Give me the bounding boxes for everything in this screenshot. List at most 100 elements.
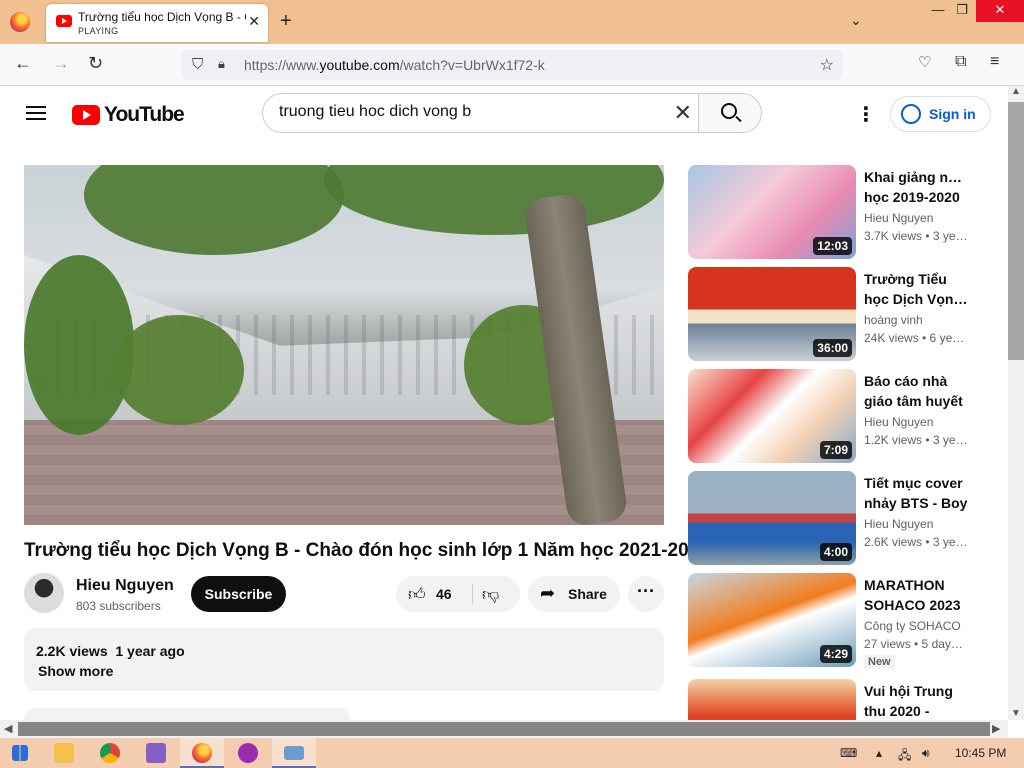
related-video[interactable]: Vui hội Trung thu 2020 - xyxy=(688,679,978,720)
video-frame-tree-left xyxy=(24,255,134,435)
guide-menu-icon[interactable] xyxy=(26,106,46,120)
tab-close-icon[interactable]: ✕ xyxy=(248,13,260,30)
browser-nav-bar: ← → ↻ ⛉ 🔒︎ https://www.youtube.com/watch… xyxy=(0,44,1024,86)
related-title[interactable]: Vui hội Trung thu 2020 - xyxy=(864,681,968,720)
visual-studio-icon[interactable] xyxy=(146,743,166,763)
scroll-left-arrow-icon[interactable]: ◀ xyxy=(4,722,12,735)
lock-icon[interactable]: 🔒︎ xyxy=(218,56,225,72)
duration-badge: 12:03 xyxy=(813,237,852,255)
related-title[interactable]: Báo cáo nhà giáo tâm huyết xyxy=(864,371,968,411)
related-thumbnail[interactable]: 4:00 xyxy=(688,471,856,565)
tab-playing-status: PLAYING xyxy=(78,26,119,36)
vertical-scroll-thumb[interactable] xyxy=(1008,102,1024,360)
subscriber-count: 803 subscribers xyxy=(76,599,161,613)
keyboard-tray-icon[interactable]: ⌨ xyxy=(840,746,857,760)
description-box[interactable]: 2.2K views 1 year ago Show more xyxy=(24,628,664,691)
related-meta: 2.6K views • 3 years ago xyxy=(864,535,968,549)
share-label: Share xyxy=(568,586,607,602)
app-icon[interactable] xyxy=(238,743,258,763)
clear-search-icon[interactable]: ✕ xyxy=(674,100,692,126)
duration-badge: 7:09 xyxy=(819,441,852,459)
firefox-taskbar-icon[interactable] xyxy=(192,743,212,763)
vertical-scrollbar[interactable]: ▲ ▼ xyxy=(1008,86,1024,720)
related-video[interactable]: 12:03 Khai giảng năm học 2019-2020 Hieu N… xyxy=(688,165,978,261)
file-explorer-icon[interactable] xyxy=(54,743,74,763)
back-icon[interactable]: ← xyxy=(14,53,32,74)
scroll-up-arrow-icon[interactable]: ▲ xyxy=(1011,86,1021,97)
horizontal-scrollbar[interactable]: ◀ ▶ xyxy=(0,720,1008,738)
more-actions-button[interactable]: ··· xyxy=(628,576,664,612)
video-frame-leaves xyxy=(84,165,344,255)
windows-start-icon[interactable] xyxy=(12,745,28,761)
like-button[interactable]: 👍︎ xyxy=(408,584,426,605)
user-circle-icon xyxy=(901,104,921,124)
menu-icon[interactable]: ≡ xyxy=(990,53,999,71)
sign-in-label: Sign in xyxy=(929,106,976,122)
related-thumbnail[interactable]: 12:03 xyxy=(688,165,856,259)
duration-badge: 4:00 xyxy=(819,543,852,561)
youtube-header: YouTube ✕ ⋮ Sign in xyxy=(0,86,1008,142)
bookmark-star-icon[interactable]: ☆ xyxy=(820,55,834,75)
network-icon[interactable]: 🖧︎ xyxy=(898,746,911,767)
taskbar-clock[interactable]: 10:45 PM xyxy=(955,746,1006,760)
channel-name[interactable]: Hieu Nguyen xyxy=(76,577,174,595)
related-video[interactable]: 36:00 Trường Tiểu học Dịch Vọng B hoàng v… xyxy=(688,267,978,363)
search-icon xyxy=(721,103,737,119)
search-input[interactable] xyxy=(279,103,659,121)
browser-tab-active[interactable]: Trường tiểu học Dịch Vọng B - Chào đón h… xyxy=(46,4,268,42)
new-badge: New xyxy=(864,655,895,669)
related-video[interactable]: 4:29 MARATHON SOHACO 2023 Công ty SOHACO … xyxy=(688,573,978,669)
related-channel[interactable]: hoàng vinh xyxy=(864,313,923,327)
sign-in-button[interactable]: Sign in xyxy=(890,96,991,132)
dislike-button[interactable]: 👎︎ xyxy=(482,584,499,605)
search-button[interactable] xyxy=(698,93,762,133)
related-title[interactable]: Khai giảng năm học 2019-2020 xyxy=(864,167,968,207)
related-video[interactable]: 7:09 Báo cáo nhà giáo tâm huyết Hieu Nguy… xyxy=(688,369,978,465)
scroll-right-arrow-icon[interactable]: ▶ xyxy=(992,722,1000,735)
show-hidden-icons-icon[interactable]: ▴ xyxy=(876,746,882,760)
show-more-link[interactable]: Show more xyxy=(38,663,113,679)
horizontal-scroll-thumb[interactable] xyxy=(18,722,990,736)
related-meta: 1.2K views • 3 years ago xyxy=(864,433,968,447)
on-screen-keyboard-icon[interactable] xyxy=(284,746,304,760)
extensions-icon[interactable]: ⧉ xyxy=(955,53,966,71)
chrome-icon[interactable] xyxy=(100,743,120,763)
tracking-shield-icon[interactable]: ⛉ xyxy=(192,56,203,73)
related-title[interactable]: Trường Tiểu học Dịch Vọng B xyxy=(864,269,968,309)
list-all-tabs-icon[interactable]: ⌄ xyxy=(850,12,862,29)
forward-icon[interactable]: → xyxy=(52,53,70,74)
window-close-icon[interactable]: ✕ xyxy=(976,0,1024,22)
related-thumbnail[interactable]: 4:29 xyxy=(688,573,856,667)
channel-avatar[interactable] xyxy=(24,573,64,613)
related-channel[interactable]: Hieu Nguyen xyxy=(864,415,933,429)
like-count[interactable]: 46 xyxy=(436,586,452,602)
scroll-down-arrow-icon[interactable]: ▼ xyxy=(1011,708,1021,719)
related-thumbnail[interactable]: 7:09 xyxy=(688,369,856,463)
share-button[interactable]: ➦ Share xyxy=(528,576,620,612)
related-thumbnail[interactable] xyxy=(688,679,856,720)
pocket-icon[interactable]: ♡ xyxy=(918,53,931,71)
related-channel[interactable]: Công ty SOHACO xyxy=(864,619,961,633)
new-tab-icon[interactable]: + xyxy=(280,10,292,33)
related-thumbnail[interactable]: 36:00 xyxy=(688,267,856,361)
search-box[interactable]: ✕ xyxy=(262,93,700,133)
related-title[interactable]: MARATHON SOHACO 2023 xyxy=(864,575,968,615)
related-channel[interactable]: Hieu Nguyen xyxy=(864,517,933,531)
duration-badge: 36:00 xyxy=(813,339,852,357)
subscribe-button[interactable]: Subscribe xyxy=(191,576,286,612)
volume-icon[interactable]: 🔊︎ xyxy=(922,746,930,761)
related-channel[interactable]: Hieu Nguyen xyxy=(864,211,933,225)
related-video[interactable]: 4:00 Tiết mục cover nhảy BTS - Boy Hieu N… xyxy=(688,471,978,567)
more-horizontal-icon: ··· xyxy=(637,581,655,601)
video-frame-tree xyxy=(114,315,244,425)
related-title[interactable]: Tiết mục cover nhảy BTS - Boy xyxy=(864,473,968,513)
reload-icon[interactable]: ↻ xyxy=(88,53,103,74)
video-frame-leaves xyxy=(324,165,664,235)
url-text[interactable]: https://www.youtube.com/watch?v=UbrWx1f7… xyxy=(244,57,545,73)
firefox-icon[interactable] xyxy=(10,12,30,32)
settings-more-icon[interactable]: ⋮ xyxy=(856,102,876,127)
video-player[interactable] xyxy=(24,165,664,525)
address-bar[interactable]: ⛉ 🔒︎ https://www.youtube.com/watch?v=Ubr… xyxy=(182,50,842,80)
duration-badge: 4:29 xyxy=(819,645,852,663)
related-meta: 3.7K views • 3 years ago xyxy=(864,229,968,243)
